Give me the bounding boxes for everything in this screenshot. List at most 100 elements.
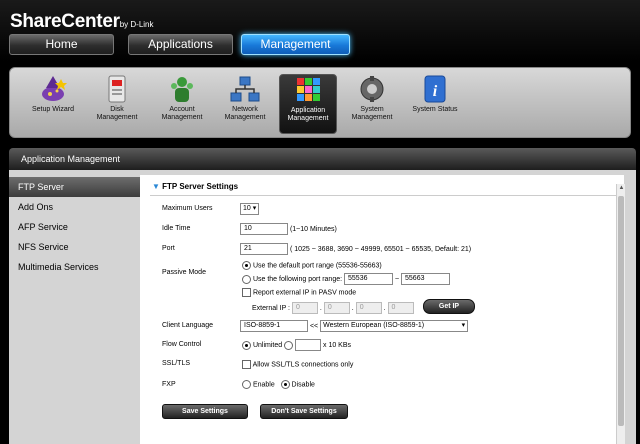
idle-time-hint: (1~10 Minutes) <box>289 225 337 233</box>
ssl-tls-option-label: Allow SSL/TLS connections only <box>252 361 354 369</box>
ip-octet-3[interactable]: 0 <box>355 302 382 314</box>
flow-unlimited-label: Unlimited <box>252 341 283 349</box>
toolbar-system-management[interactable]: System Management <box>343 74 401 134</box>
save-settings-button[interactable]: Save Settings <box>162 404 248 419</box>
external-ip-row: External IP : 0 . 0 . 0 . 0 <box>252 302 414 314</box>
svg-text:i: i <box>433 83 438 100</box>
client-language-input[interactable]: ISO-8859-1 <box>240 320 308 332</box>
sidebar-item-afp-service[interactable]: AFP Service <box>9 217 140 237</box>
passive-custom-option[interactable]: Use the following port range: 55536 ~ 55… <box>242 273 451 285</box>
idle-time-input[interactable]: 10 <box>240 223 288 235</box>
port-range-from-input[interactable]: 55536 <box>344 273 394 285</box>
passive-mode-label: Passive Mode <box>162 269 206 276</box>
port-range-to-input[interactable]: 55663 <box>401 273 451 285</box>
tab-home[interactable]: Home <box>9 34 114 55</box>
ssl-tls-checkbox[interactable] <box>242 360 251 369</box>
client-language-control: ISO-8859-1 << Western European (ISO-8859… <box>240 320 469 332</box>
flow-control-label: Flow Control <box>162 341 202 348</box>
toolbar-label: Application Management <box>287 107 329 122</box>
section-title: Application Management <box>9 148 636 170</box>
toolbar-account-management[interactable]: Account Management <box>153 74 211 134</box>
fxp-options: Enable Disable <box>242 380 315 389</box>
brand-by: by D-Link <box>119 20 154 29</box>
idle-time-control: 10 (1~10 Minutes) <box>240 223 337 235</box>
toolbar-label: Network Management <box>224 106 266 121</box>
network-icon <box>230 76 260 102</box>
passive-default-label: Use the default port range (55536-55663) <box>252 262 382 270</box>
scroll-thumb[interactable] <box>618 196 624 426</box>
dont-save-settings-button[interactable]: Don't Save Settings <box>260 404 348 419</box>
toolbar-label: System Management <box>351 106 393 121</box>
ip-octet-4[interactable]: 0 <box>387 302 414 314</box>
max-users-select[interactable]: 10 ▾ <box>240 203 260 215</box>
toolbar-setup-wizard[interactable]: Setup Wizard <box>24 74 82 134</box>
flow-control-options: Unlimited x 10 KBs <box>242 339 351 351</box>
sidebar-item-add-ons[interactable]: Add Ons <box>9 197 140 217</box>
account-icon <box>171 77 193 102</box>
port-control: 21 ( 1025 ~ 3688, 3690 ~ 49999, 65501 ~ … <box>240 243 471 255</box>
port-range-separator: ~ <box>394 275 400 283</box>
get-ip-button[interactable]: Get IP <box>423 299 475 314</box>
ip-octet-1[interactable]: 0 <box>291 302 318 314</box>
disk-icon <box>108 75 126 103</box>
passive-custom-radio[interactable] <box>242 274 251 284</box>
fxp-disable-label: Disable <box>291 381 315 389</box>
management-toolbar: Setup Wizard Disk Management Account Man… <box>9 67 631 138</box>
toolbar-label: Setup Wizard <box>31 106 75 113</box>
flow-unlimited-radio[interactable] <box>242 340 251 350</box>
toolbar-network-management[interactable]: Network Management <box>216 74 274 134</box>
passive-custom-label: Use the following port range: <box>252 275 343 283</box>
main-panel: FTP Server Add Ons AFP Service NFS Servi… <box>9 170 636 444</box>
content-scrollbar[interactable]: ▲ <box>616 184 625 444</box>
client-language-arrow: << <box>309 322 319 330</box>
sidebar-item-nfs-service[interactable]: NFS Service <box>9 237 140 257</box>
sidebar: FTP Server Add Ons AFP Service NFS Servi… <box>9 177 140 277</box>
sidebar-item-ftp-server[interactable]: FTP Server <box>9 177 140 197</box>
ftp-settings-content: ▼ FTP Server Settings Maximum Users 10 ▾… <box>140 175 624 444</box>
passive-default-option[interactable]: Use the default port range (55536-55663) <box>242 261 382 270</box>
tab-management[interactable]: Management <box>241 34 350 55</box>
ssl-tls-option[interactable]: Allow SSL/TLS connections only <box>242 360 353 369</box>
client-language-label: Client Language <box>162 322 213 329</box>
fxp-disable-radio[interactable] <box>280 380 290 389</box>
toolbar-label: Account Management <box>161 106 203 121</box>
report-external-ip-checkbox[interactable] <box>242 288 251 297</box>
tab-applications[interactable]: Applications <box>128 34 233 55</box>
sidebar-item-multimedia-services[interactable]: Multimedia Services <box>9 257 140 277</box>
toolbar-disk-management[interactable]: Disk Management <box>88 74 146 134</box>
ftp-settings-title[interactable]: ▼ FTP Server Settings <box>152 182 238 191</box>
flow-limit-radio[interactable] <box>284 340 294 350</box>
ssl-tls-label: SSL/TLS <box>162 360 191 367</box>
chevron-down-icon: ▾ <box>461 322 466 329</box>
application-icon <box>297 78 320 101</box>
port-input[interactable]: 21 <box>240 243 288 255</box>
fxp-enable-radio[interactable] <box>242 380 251 389</box>
scroll-up-icon[interactable]: ▲ <box>617 184 626 193</box>
chevron-down-icon: ▾ <box>252 205 257 212</box>
toolbar-label: System Status <box>412 106 458 113</box>
divider <box>150 195 616 196</box>
flow-unit-label: x 10 KBs <box>323 341 352 349</box>
toolbar-application-management[interactable]: Application Management <box>279 74 337 134</box>
client-language-select-value: Western European (ISO-8859-1) <box>323 322 425 329</box>
brand-logo: ShareCenterby D-Link <box>10 11 154 33</box>
system-icon <box>360 76 384 102</box>
port-hint: ( 1025 ~ 3688, 3690 ~ 49999, 65501 ~ 655… <box>289 245 472 253</box>
ip-dot: . <box>351 304 354 312</box>
brand-name: ShareCenter <box>10 11 120 32</box>
fxp-enable-label: Enable <box>252 381 275 389</box>
client-language-select[interactable]: Western European (ISO-8859-1) ▾ <box>320 320 469 332</box>
passive-default-radio[interactable] <box>242 261 251 270</box>
max-users-value: 10 <box>243 205 251 212</box>
ip-octet-2[interactable]: 0 <box>323 302 350 314</box>
ip-dot: . <box>319 304 322 312</box>
ip-dot: . <box>383 304 386 312</box>
toolbar-system-status[interactable]: i System Status <box>406 74 464 134</box>
report-external-ip-option[interactable]: Report external IP in PASV mode <box>242 288 356 297</box>
info-icon: i <box>424 75 446 103</box>
max-users-label: Maximum Users <box>162 205 213 212</box>
collapse-triangle-icon: ▼ <box>152 182 160 191</box>
toolbar-label: Disk Management <box>96 106 138 121</box>
external-ip-label: External IP : <box>252 304 291 312</box>
flow-limit-input[interactable] <box>295 339 322 351</box>
